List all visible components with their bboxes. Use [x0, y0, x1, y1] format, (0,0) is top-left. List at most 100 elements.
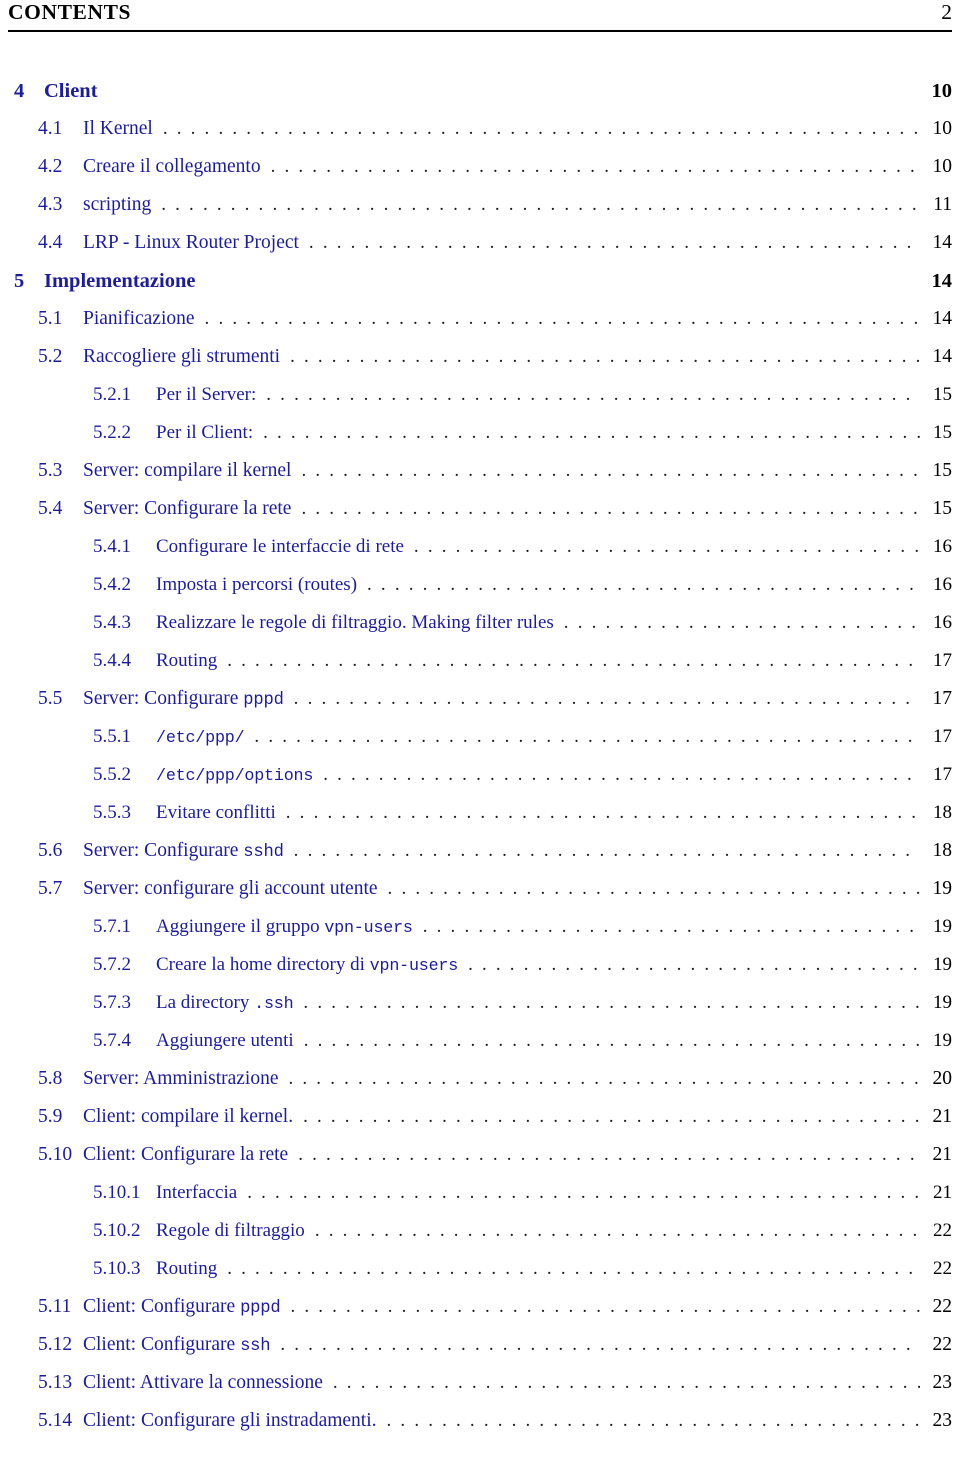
toc-entry-title: Realizzare le regole di filtraggio. Maki…: [156, 612, 554, 634]
toc-entry-dot-leader: . . . . . . . . . . . . . . . . . . . . …: [301, 499, 920, 518]
toc-entry-5-7-3[interactable]: 5.7.3 La directory .ssh . . . . . . . . . …: [8, 992, 952, 1030]
toc-entry-dot-leader: . . . . . . . . . . . . . . . . . . . . …: [314, 1221, 920, 1240]
toc-entry-page-number: 17: [933, 764, 952, 785]
toc-entry-page-number: 15: [932, 498, 953, 519]
toc-entry-5-2[interactable]: 5.2 Raccogliere gli strumenti . . . . . . …: [8, 346, 952, 384]
toc-entry-5-7-4[interactable]: 5.7.4 Aggiungere utenti . . . . . . . . . …: [8, 1030, 952, 1068]
toc-entry-title: Server: Configurare sshd: [83, 840, 284, 862]
toc-entry-title-text: La directory: [156, 992, 255, 1013]
toc-entry-title-code: .ssh: [254, 995, 294, 1014]
toc-entry-5-12[interactable]: 5.12 Client: Configurare ssh . . . . . . .…: [8, 1334, 952, 1372]
toc-entry-5-13[interactable]: 5.13 Client: Attivare la connessione . . .…: [8, 1372, 952, 1410]
toc-entry-5-14[interactable]: 5.14 Client: Configurare gli instradament…: [8, 1410, 952, 1448]
toc-entry-page-number: 17: [932, 688, 953, 709]
toc-entry-page-number: 19: [933, 916, 952, 937]
toc-entry-dot-leader: . . . . . . . . . . . . . . . . . . . . …: [387, 879, 920, 898]
toc-entry-5-3[interactable]: 5.3 Server: compilare il kernel . . . . . …: [8, 460, 952, 498]
toc-entry-number: 5.5: [38, 688, 63, 709]
toc-entry-4-4[interactable]: 4.4 LRP - Linux Router Project . . . . . .…: [8, 232, 952, 270]
toc-entry-5-1[interactable]: 5.1 Pianificazione . . . . . . . . . . . .…: [8, 308, 952, 346]
toc-entry-5-4[interactable]: 5.4 Server: Configurare la rete . . . . . …: [8, 498, 952, 536]
toc-entry-5-5-1[interactable]: 5.5.1/etc/ppp/ . . . . . . . . . . . . . …: [8, 726, 952, 764]
toc-entry-5-2-2[interactable]: 5.2.2 Per il Client: . . . . . . . . . . .…: [8, 422, 952, 460]
toc-entry-5-9[interactable]: 5.9 Client: compilare il kernel. . . . . .…: [8, 1106, 952, 1144]
toc-entry-title-text: Server: Amministrazione: [83, 1068, 279, 1089]
toc-entry-5-5[interactable]: 5.5 Server: Configurare pppd . . . . . . .…: [8, 688, 952, 726]
toc-entry-5-2-1[interactable]: 5.2.1 Per il Server: . . . . . . . . . . .…: [8, 384, 952, 422]
toc-entry-5-10-1[interactable]: 5.10.1 Interfaccia . . . . . . . . . . . .…: [8, 1182, 952, 1220]
toc-entry-page-number: 16: [933, 536, 952, 557]
toc-entry-dot-leader: . . . . . . . . . . . . . . . . . . . . …: [367, 575, 920, 594]
toc-entry-number: 5.4.2: [93, 574, 131, 595]
toc-entry-title: Client: Configurare pppd: [83, 1296, 281, 1318]
toc-entry-title: Aggiungere utenti: [156, 1030, 294, 1052]
toc-entry-5-10[interactable]: 5.10 Client: Configurare la rete . . . . .…: [8, 1144, 952, 1182]
toc-entry-dot-leader: . . . . . . . . . . . . . . . . . . . . …: [254, 727, 920, 746]
toc-entry-5-7[interactable]: 5.7 Server: configurare gli account utent…: [8, 878, 952, 916]
toc-entry-dot-leader: . . . . . . . . . . . . . . . . . . . . …: [204, 309, 920, 328]
toc-entry-5-10-3[interactable]: 5.10.3 Routing . . . . . . . . . . . . . .…: [8, 1258, 952, 1296]
toc-entry-number: 5.10.2: [93, 1220, 141, 1241]
toc-entry-5-6[interactable]: 5.6 Server: Configurare sshd . . . . . . .…: [8, 840, 952, 878]
toc-entry-number: 4: [14, 80, 25, 102]
contents-page: { "header": { "title": "CONTENTS", "page…: [0, 0, 960, 1471]
toc-entry-number: 5.4.1: [93, 536, 131, 557]
toc-entry-4-3[interactable]: 4.3 scripting . . . . . . . . . . . . . . …: [8, 194, 952, 232]
toc-entry-page-number: 22: [932, 1334, 953, 1355]
toc-entry-title: Il Kernel: [83, 118, 153, 140]
toc-entry-title: Creare il collegamento: [83, 156, 261, 178]
toc-entry-title-code: pppd: [240, 1299, 281, 1318]
toc-entry-5-8[interactable]: 5.8 Server: Amministrazione . . . . . . . …: [8, 1068, 952, 1106]
toc-entry-page-number: 22: [933, 1258, 952, 1279]
toc-entry-4-2[interactable]: 4.2 Creare il collegamento . . . . . . . .…: [8, 156, 952, 194]
toc-entry-5-11[interactable]: 5.11 Client: Configurare pppd . . . . . . …: [8, 1296, 952, 1334]
toc-entry-page-number: 17: [933, 726, 952, 747]
toc-entry-number: 5.7.3: [93, 992, 131, 1013]
toc-entry-title: Implementazione: [44, 270, 195, 293]
toc-entry-title-text: Client: compilare il kernel.: [83, 1106, 294, 1127]
toc-entry-number: 5.10.3: [93, 1258, 141, 1279]
toc-entry-page-number: 18: [932, 840, 953, 861]
toc-entry-5-4-4[interactable]: 5.4.4 Routing . . . . . . . . . . . . . . …: [8, 650, 952, 688]
toc-entry-title: Per il Server:: [156, 384, 256, 406]
toc-entry-5-5-3[interactable]: 5.5.3 Evitare conflitti . . . . . . . . . …: [8, 802, 952, 840]
toc-entry-dot-leader: . . . . . . . . . . . . . . . . . . . . …: [162, 119, 920, 138]
toc-entry-dot-leader: . . . . . . . . . . . . . . . . . . . . …: [303, 993, 920, 1012]
toc-entry-number: 5.2.1: [93, 384, 131, 405]
toc-entry-title-code: pppd: [243, 691, 284, 710]
toc-entry-page-number: 18: [933, 802, 952, 823]
toc-entry-number: 4.2: [38, 156, 63, 177]
toc-entry-title: Routing: [156, 650, 217, 672]
header-page-number: 2: [941, 0, 952, 24]
toc-entry-page-number: 19: [933, 954, 952, 975]
toc-entry-5-4-3[interactable]: 5.4.3 Realizzare le regole di filtraggio.…: [8, 612, 952, 650]
toc-entry-dot-leader: . . . . . . . . . . . . . . . . . . . . …: [290, 347, 920, 366]
toc-entry-number: 4.4: [38, 232, 63, 253]
toc-entry-5-4-1[interactable]: 5.4.1 Configurare le interfaccie di rete.…: [8, 536, 952, 574]
toc-entry-dot-leader: . . . . . . . . . . . . . . . . . . . . …: [263, 423, 920, 442]
toc-entry-dot-leader: . . . . . . . . . . . . . . . . . . . . …: [270, 157, 920, 176]
toc-entry-page-number: 21: [932, 1106, 953, 1127]
toc-entry-title-code: vpn-users: [324, 919, 413, 938]
toc-entry-5-5-2[interactable]: 5.5.2/etc/ppp/options . . . . . . . . . .…: [8, 764, 952, 802]
toc-entry-title: Client: Configurare ssh: [83, 1334, 271, 1356]
toc-entry-5-4-2[interactable]: 5.4.2 Imposta i percorsi (routes) . . . . …: [8, 574, 952, 612]
toc-entry-5[interactable]: 5 Implementazione 14: [8, 270, 952, 308]
toc-entry-5-7-1[interactable]: 5.7.1 Aggiungere il gruppo vpn-users . . .…: [8, 916, 952, 954]
toc-entry-title-text: Client: Configurare: [83, 1296, 241, 1317]
toc-entry-4-1[interactable]: 4.1 Il Kernel . . . . . . . . . . . . . . …: [8, 118, 952, 156]
toc-entry-page-number: 15: [932, 460, 953, 481]
toc-entry-title-text: Client: Configurare la rete: [83, 1144, 289, 1165]
toc-entry-number: 5.5.3: [93, 802, 131, 823]
toc-entry-5-10-2[interactable]: 5.10.2 Regole di filtraggio . . . . . . . …: [8, 1220, 952, 1258]
toc-entry-5-7-2[interactable]: 5.7.2 Creare la home directory di vpn-use…: [8, 954, 952, 992]
toc-entry-number: 5.7.4: [93, 1030, 131, 1051]
toc-entry-4[interactable]: 4 Client 10: [8, 80, 952, 118]
toc-entry-title: Client: Configurare la rete: [83, 1144, 288, 1166]
toc-entry-title-text: Evitare conflitti: [156, 802, 276, 823]
toc-entry-dot-leader: . . . . . . . . . . . . . . . . . . . . …: [288, 1069, 921, 1088]
toc-entry-title-code: /etc/ppp/options: [156, 767, 314, 786]
toc-entry-title-text: Interfaccia: [156, 1182, 238, 1203]
toc-entry-number: 5.10.1: [93, 1182, 141, 1203]
toc-entry-dot-leader: . . . . . . . . . . . . . . . . . . . . …: [563, 613, 920, 632]
